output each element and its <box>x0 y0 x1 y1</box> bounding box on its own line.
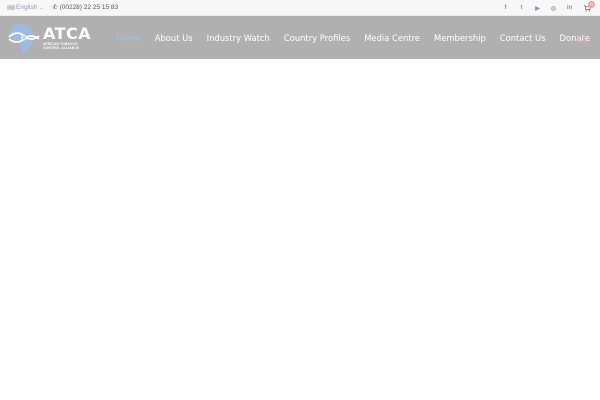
social-links: f t ▶ ◎ in 0 <box>498 0 600 16</box>
site-logo[interactable]: ATCA AFRICAN TOBACCO CONTROL ALLIANCE <box>6 20 94 56</box>
instagram-icon[interactable]: ◎ <box>546 5 561 12</box>
language-selector[interactable]: English ⌄ <box>7 4 44 11</box>
linkedin-icon[interactable]: in <box>562 5 577 11</box>
cart-count-badge: 0 <box>588 1 595 8</box>
chevron-down-icon: ⌄ <box>39 4 44 11</box>
twitter-icon[interactable]: t <box>514 5 529 11</box>
nav-item-membership[interactable]: Membership <box>434 33 486 43</box>
nav-item-media-centre[interactable]: Media Centre <box>364 33 420 43</box>
youtube-icon[interactable]: ▶ <box>530 5 545 12</box>
search-icon <box>577 35 587 45</box>
phone-contact[interactable]: ✆ (00228) 22 25 15 83 <box>53 4 119 11</box>
cart-button[interactable]: 0 <box>581 0 595 16</box>
facebook-icon[interactable]: f <box>498 5 513 11</box>
search-button[interactable] <box>577 32 587 45</box>
main-navigation: Home About Us Industry Watch Country Pro… <box>116 16 600 59</box>
top-utility-bar: English ⌄ ✆ (00228) 22 25 15 83 f t ▶ ◎ … <box>0 0 600 16</box>
page-content-area <box>0 59 600 400</box>
logo-subtitle-line: CONTROL ALLIANCE <box>43 46 80 50</box>
main-header: ATCA AFRICAN TOBACCO CONTROL ALLIANCE Ho… <box>0 16 600 59</box>
nav-item-about-us[interactable]: About Us <box>155 33 193 43</box>
logo-title: ATCA <box>43 24 92 43</box>
nav-item-home[interactable]: Home <box>116 33 141 43</box>
nav-item-industry-watch[interactable]: Industry Watch <box>207 33 270 43</box>
phone-number: (00228) 22 25 15 83 <box>59 4 119 11</box>
africa-map-icon <box>8 23 40 53</box>
phone-icon: ✆ <box>52 5 58 11</box>
nav-item-country-profiles[interactable]: Country Profiles <box>284 33 350 43</box>
uk-flag-icon <box>7 5 15 10</box>
logo-text: ATCA AFRICAN TOBACCO CONTROL ALLIANCE <box>43 24 92 51</box>
nav-item-contact-us[interactable]: Contact Us <box>500 33 546 43</box>
language-label: English <box>16 4 38 11</box>
